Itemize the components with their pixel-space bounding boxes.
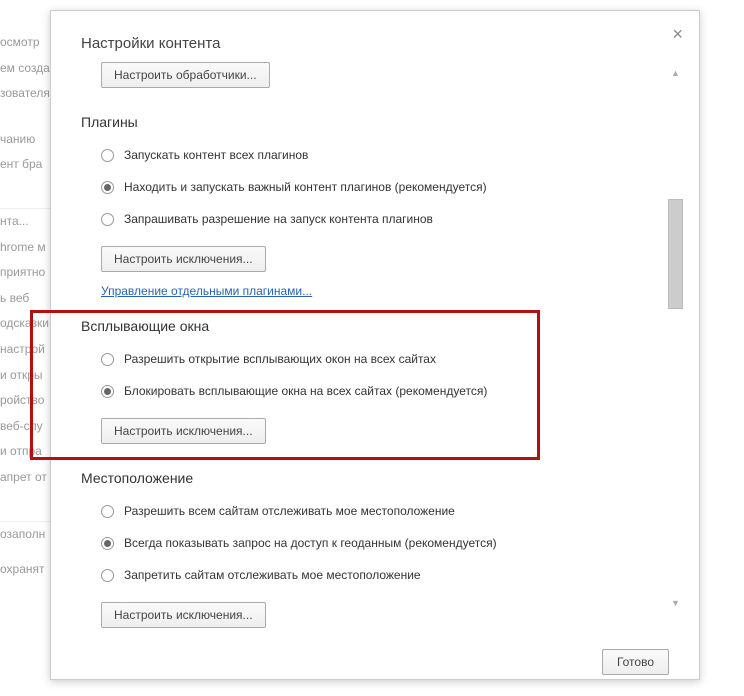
popups-exceptions-button[interactable]: Настроить исключения... — [101, 418, 266, 444]
radio-label: Блокировать всплывающие окна на всех сай… — [124, 384, 487, 398]
radio-icon — [101, 505, 114, 518]
location-option-allow[interactable]: Разрешить всем сайтам отслеживать мое ме… — [101, 498, 651, 524]
radio-label: Запрашивать разрешение на запуск контент… — [124, 212, 433, 226]
location-option-deny[interactable]: Запретить сайтам отслеживать мое местопо… — [101, 562, 651, 588]
radio-icon — [101, 181, 114, 194]
radio-label: Разрешить открытие всплывающих окон на в… — [124, 352, 436, 366]
radio-label: Запускать контент всех плагинов — [124, 148, 308, 162]
scrollbar[interactable]: ▲ ▼ — [668, 66, 683, 611]
manage-plugins-link[interactable]: Управление отдельными плагинами... — [101, 284, 312, 298]
close-icon[interactable]: × — [672, 25, 683, 43]
scrollbar-thumb[interactable] — [668, 199, 683, 309]
scroll-down-icon[interactable]: ▼ — [668, 596, 683, 611]
radio-icon — [101, 569, 114, 582]
location-exceptions-button[interactable]: Настроить исключения... — [101, 602, 266, 628]
dialog-footer: Готово — [81, 637, 669, 675]
popups-option-allow[interactable]: Разрешить открытие всплывающих окон на в… — [101, 346, 651, 372]
radio-icon — [101, 149, 114, 162]
dialog-title: Настройки контента — [81, 35, 669, 52]
location-option-ask[interactable]: Всегда показывать запрос на доступ к гео… — [101, 530, 651, 556]
background-partial-text: осмотр ем созда зователя чанию ент бра н… — [0, 0, 50, 696]
plugins-option-ask[interactable]: Запрашивать разрешение на запуск контент… — [101, 206, 651, 232]
section-plugins-header: Плагины — [81, 114, 651, 130]
section-location-header: Местоположение — [81, 470, 651, 486]
section-popups-header: Всплывающие окна — [81, 318, 651, 334]
popups-option-block[interactable]: Блокировать всплывающие окна на всех сай… — [101, 378, 651, 404]
handlers-button[interactable]: Настроить обработчики... — [101, 62, 270, 88]
content-settings-dialog: × Настройки контента Настроить обработчи… — [50, 10, 700, 680]
radio-label: Запретить сайтам отслеживать мое местопо… — [124, 568, 421, 582]
radio-label: Всегда показывать запрос на доступ к гео… — [124, 536, 497, 550]
radio-icon — [101, 213, 114, 226]
radio-label: Находить и запускать важный контент плаг… — [124, 180, 487, 194]
scroll-up-icon[interactable]: ▲ — [668, 66, 683, 81]
radio-icon — [101, 385, 114, 398]
plugins-exceptions-button[interactable]: Настроить исключения... — [101, 246, 266, 272]
radio-icon — [101, 353, 114, 366]
plugins-option-run-all[interactable]: Запускать контент всех плагинов — [101, 142, 651, 168]
done-button[interactable]: Готово — [602, 649, 669, 675]
plugins-option-detect[interactable]: Находить и запускать важный контент плаг… — [101, 174, 651, 200]
radio-label: Разрешить всем сайтам отслеживать мое ме… — [124, 504, 455, 518]
radio-icon — [101, 537, 114, 550]
dialog-body: Настроить обработчики... Плагины Запуска… — [81, 62, 669, 637]
